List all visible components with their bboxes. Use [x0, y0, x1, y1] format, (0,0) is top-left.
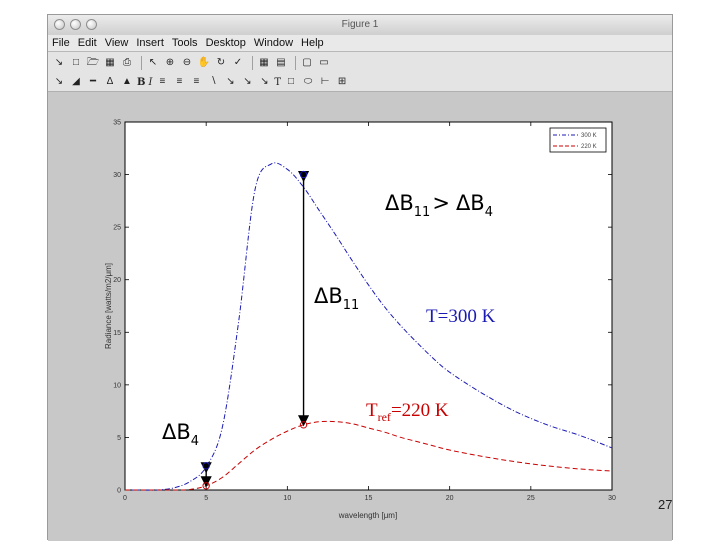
x-tick-label: 5 [204, 495, 208, 502]
radiance-plot: 0 5 10 15 20 25 30 0 5 10 15 20 25 30 35 wavelength [μ… [104, 120, 616, 521]
x-tick-label: 10 [283, 495, 291, 502]
x-axis-label: wavelength [μm] [338, 511, 397, 520]
y-tick-label: 35 [113, 120, 121, 127]
legend-box [549, 127, 607, 153]
x-tick-label: 30 [608, 495, 616, 502]
y-tick-label: 5 [117, 435, 121, 442]
y-tick-label: 30 [113, 172, 121, 179]
y-tick-label: 25 [113, 225, 121, 232]
slide-page-number: 27 [658, 497, 673, 512]
legend-label-220k: 220 K [581, 144, 597, 150]
x-tick-label: 20 [446, 495, 454, 502]
legend: 300 K 220 K [549, 127, 607, 153]
y-axis-label: Radiance [watts/m2/μm] [104, 263, 113, 349]
x-tick-label: 25 [527, 495, 535, 502]
legend-label-300k: 300 K [581, 133, 597, 139]
y-tick-label: 20 [113, 277, 121, 284]
y-tick-label: 10 [113, 382, 121, 389]
x-tick-label: 0 [123, 495, 127, 502]
y-tick-label: 15 [113, 330, 121, 337]
x-tick-label: 15 [365, 495, 373, 502]
y-tick-label: 0 [117, 488, 121, 495]
t300-label: T=300 K [426, 306, 496, 327]
